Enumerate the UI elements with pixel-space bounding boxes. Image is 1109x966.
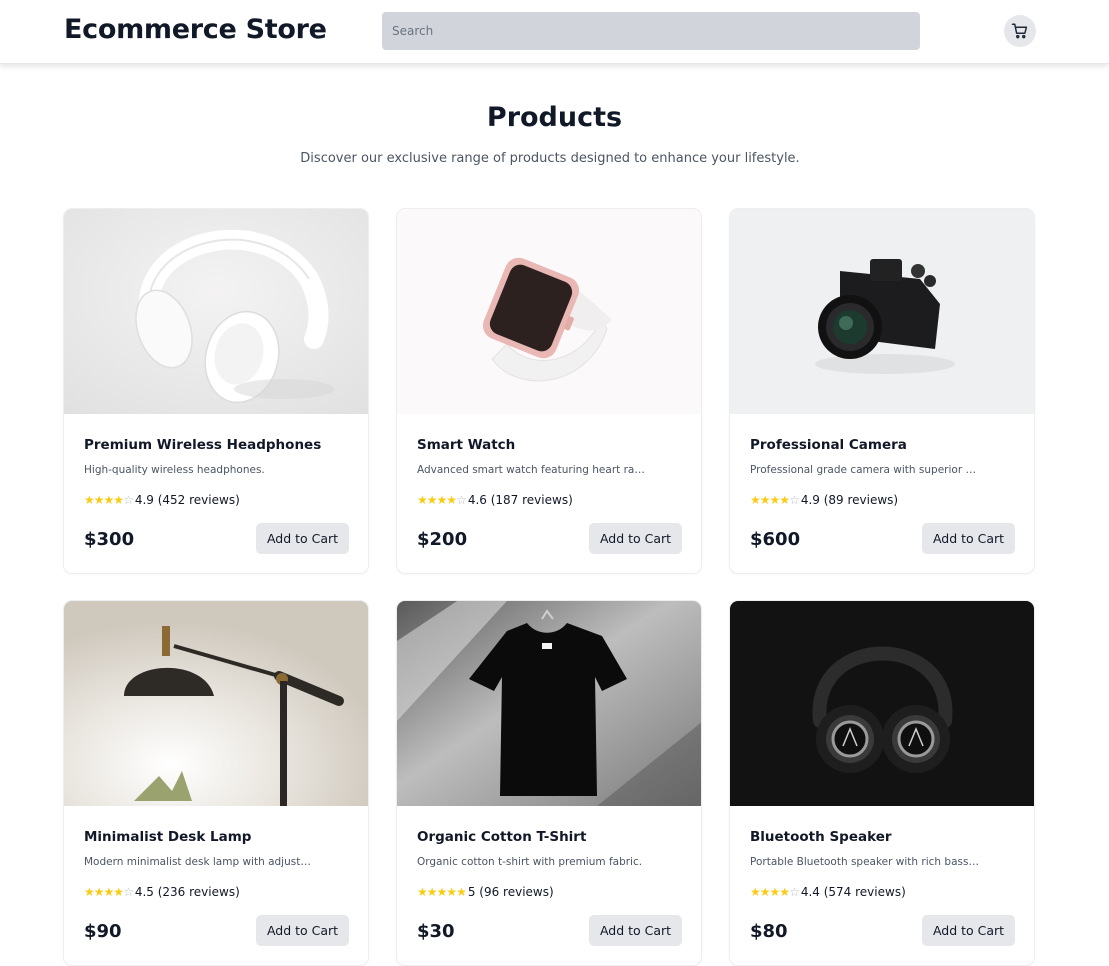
product-image[interactable]	[64, 209, 368, 414]
product-price: $300	[84, 529, 135, 550]
product-image[interactable]	[730, 209, 1034, 414]
star-rating: ★ ★ ★ ★ ☆	[750, 493, 800, 507]
search-input[interactable]	[382, 12, 920, 50]
product-card[interactable]: Minimalist Desk Lamp Modern minimalist d…	[63, 600, 369, 966]
product-name: Organic Cotton T-Shirt	[417, 829, 587, 845]
star-filled-icon: ★	[769, 493, 781, 507]
product-name: Minimalist Desk Lamp	[84, 829, 252, 845]
desk-lamp-image	[64, 601, 368, 806]
page-subtitle: Discover our exclusive range of products…	[300, 151, 800, 166]
star-filled-icon: ★	[446, 493, 457, 507]
product-name: Professional Camera	[750, 437, 907, 453]
star-filled-icon: ★	[769, 885, 781, 899]
smart-watch-image	[397, 209, 701, 414]
product-price: $30	[417, 921, 455, 942]
black-tshirt-image	[397, 601, 701, 806]
star-filled-icon: ★	[417, 493, 428, 507]
add-to-cart-button[interactable]: Add to Cart	[589, 915, 682, 946]
star-filled-icon: ★	[779, 493, 790, 507]
product-description: High-quality wireless headphones.	[84, 464, 265, 476]
star-rating: ★ ★ ★ ★ ☆	[750, 885, 800, 899]
star-empty-icon: ☆	[123, 493, 134, 507]
page-title: Products	[486, 102, 623, 133]
star-filled-icon: ★	[84, 493, 95, 507]
star-filled-icon: ★	[103, 493, 115, 507]
star-filled-icon: ★	[750, 885, 761, 899]
star-filled-icon: ★	[426, 493, 438, 507]
product-card[interactable]: Organic Cotton T-Shirt Organic cotton t-…	[396, 600, 702, 966]
product-description: Portable Bluetooth speaker with rich bas…	[750, 856, 980, 868]
product-description: Modern minimalist desk lamp with adjusta…	[84, 856, 314, 868]
product-name: Smart Watch	[417, 437, 516, 453]
product-description: Professional grade camera with superior …	[750, 464, 980, 476]
star-filled-icon: ★	[446, 885, 457, 899]
product-image[interactable]	[397, 209, 701, 414]
star-filled-icon: ★	[456, 885, 467, 899]
star-filled-icon: ★	[750, 493, 761, 507]
star-filled-icon: ★	[759, 493, 771, 507]
product-price: $600	[750, 529, 801, 550]
rating-text: 4.5 (236 reviews)	[134, 885, 240, 899]
star-filled-icon: ★	[426, 885, 438, 899]
add-to-cart-button[interactable]: Add to Cart	[256, 523, 349, 554]
product-card[interactable]: Smart Watch Advanced smart watch featuri…	[396, 208, 702, 574]
star-filled-icon: ★	[113, 885, 124, 899]
product-price: $80	[750, 921, 788, 942]
rating-text: 4.9 (452 reviews)	[134, 493, 240, 507]
rating-text: 4.6 (187 reviews)	[467, 493, 573, 507]
star-rating: ★ ★ ★ ★ ☆	[417, 493, 467, 507]
product-rating: ★ ★ ★ ★ ☆ 4.4 (574 reviews)	[750, 885, 906, 899]
star-empty-icon: ☆	[123, 885, 134, 899]
rating-text: 5 (96 reviews)	[467, 885, 554, 899]
product-image[interactable]	[730, 601, 1034, 806]
star-empty-icon: ☆	[789, 493, 800, 507]
product-rating: ★ ★ ★ ★ ☆ 4.5 (236 reviews)	[84, 885, 240, 899]
add-to-cart-button[interactable]: Add to Cart	[589, 523, 682, 554]
star-filled-icon: ★	[93, 493, 105, 507]
add-to-cart-button[interactable]: Add to Cart	[922, 523, 1015, 554]
product-rating: ★ ★ ★ ★ ☆ 4.9 (452 reviews)	[84, 493, 240, 507]
star-filled-icon: ★	[84, 885, 95, 899]
star-filled-icon: ★	[759, 885, 771, 899]
star-filled-icon: ★	[436, 493, 448, 507]
black-headphones-image	[730, 601, 1034, 806]
store-brand[interactable]: Ecommerce Store	[64, 14, 327, 45]
rating-text: 4.9 (89 reviews)	[800, 493, 899, 507]
product-price: $90	[84, 921, 122, 942]
product-description: Advanced smart watch featuring heart rat…	[417, 464, 647, 476]
star-empty-icon: ☆	[789, 885, 800, 899]
product-rating: ★ ★ ★ ★ ☆ 4.6 (187 reviews)	[417, 493, 573, 507]
white-headphones-image	[64, 209, 368, 414]
product-price: $200	[417, 529, 468, 550]
product-name: Premium Wireless Headphones	[84, 437, 322, 453]
star-filled-icon: ★	[436, 885, 448, 899]
product-name: Bluetooth Speaker	[750, 829, 892, 845]
star-rating: ★ ★ ★ ★ ★	[417, 885, 467, 899]
star-rating: ★ ★ ★ ★ ☆	[84, 493, 134, 507]
rating-text: 4.4 (574 reviews)	[800, 885, 906, 899]
add-to-cart-button[interactable]: Add to Cart	[256, 915, 349, 946]
product-rating: ★ ★ ★ ★ ★ 5 (96 reviews)	[417, 885, 554, 899]
shopping-cart-icon	[1011, 23, 1028, 39]
star-filled-icon: ★	[103, 885, 115, 899]
product-image[interactable]	[397, 601, 701, 806]
star-filled-icon: ★	[779, 885, 790, 899]
star-filled-icon: ★	[113, 493, 124, 507]
product-card[interactable]: Premium Wireless Headphones High-quality…	[63, 208, 369, 574]
product-card[interactable]: Professional Camera Professional grade c…	[729, 208, 1035, 574]
cart-button[interactable]	[1004, 15, 1036, 47]
camera-image	[730, 209, 1034, 414]
star-filled-icon: ★	[417, 885, 428, 899]
star-empty-icon: ☆	[456, 493, 467, 507]
product-card[interactable]: Bluetooth Speaker Portable Bluetooth spe…	[729, 600, 1035, 966]
product-image[interactable]	[64, 601, 368, 806]
product-rating: ★ ★ ★ ★ ☆ 4.9 (89 reviews)	[750, 493, 898, 507]
star-rating: ★ ★ ★ ★ ☆	[84, 885, 134, 899]
star-filled-icon: ★	[93, 885, 105, 899]
add-to-cart-button[interactable]: Add to Cart	[922, 915, 1015, 946]
site-header: Ecommerce Store	[0, 0, 1109, 64]
product-description: Organic cotton t-shirt with premium fabr…	[417, 856, 643, 868]
